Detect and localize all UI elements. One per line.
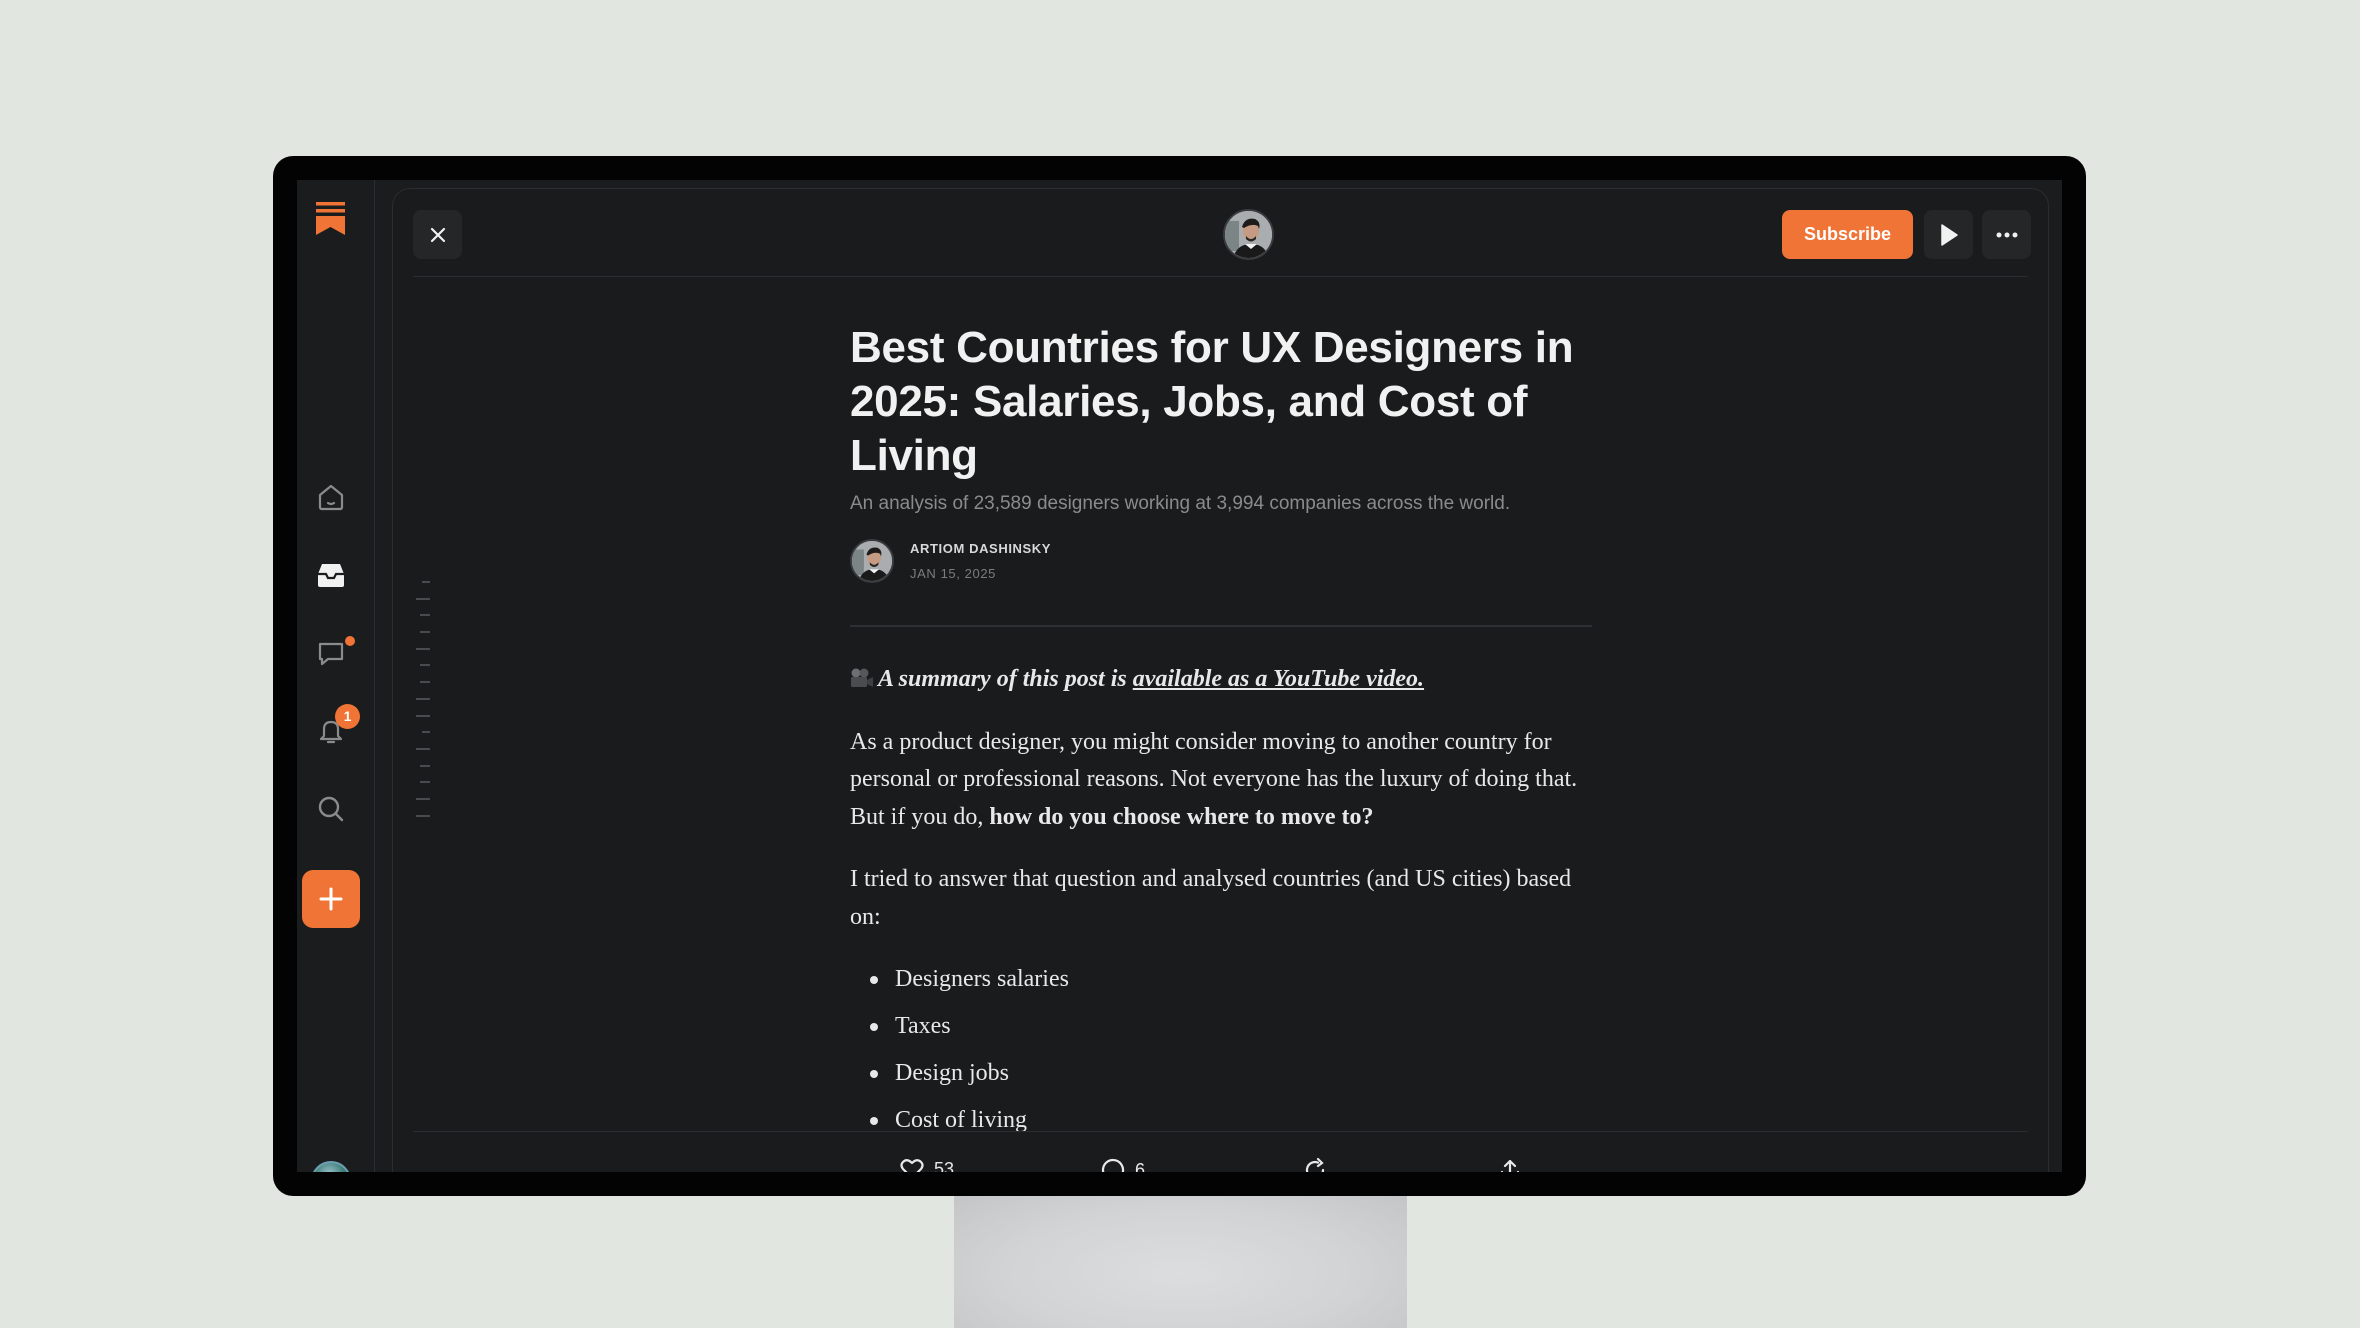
avatar[interactable] [311,1161,351,1172]
close-button[interactable] [413,210,462,259]
bold-question: how do you choose where to move to? [989,803,1374,830]
more-options-button[interactable] [1982,210,2031,259]
like-button[interactable]: 53 [900,1158,954,1172]
monitor-bezel: 1 Subscribe Best Countries for UX Design… [273,156,2086,1196]
toc-tick[interactable] [422,581,430,583]
unread-dot [345,636,355,646]
create-post-button[interactable] [302,870,360,928]
restack-button[interactable] [1303,1158,1327,1172]
table-of-contents-scrubber[interactable] [410,581,430,831]
toc-tick[interactable] [420,631,430,634]
toc-tick[interactable] [416,647,430,650]
post-subtitle: An analysis of 23,589 designers working … [850,493,1511,514]
toc-tick[interactable] [416,747,430,750]
inbox-icon[interactable] [316,560,346,590]
more-horizontal-icon [1996,232,2017,237]
toc-tick[interactable] [420,781,430,784]
author-avatar[interactable] [1223,209,1274,260]
youtube-video-link[interactable]: available as a YouTube video. [1133,666,1424,692]
toc-tick[interactable] [422,731,430,734]
author-avatar[interactable] [850,539,894,583]
divider [850,625,1592,627]
home-icon[interactable] [316,482,346,512]
substack-logo[interactable] [316,202,345,235]
chat-bubble-icon[interactable] [316,638,346,668]
paragraph: As a product designer, you might conside… [850,728,1578,830]
subscribe-button[interactable]: Subscribe [1782,210,1913,259]
post-actions-bar: 53 6 [413,1131,2028,1172]
comment-count: 6 [1135,1159,1146,1173]
list-item: Taxes [870,1008,1592,1046]
toc-tick[interactable] [420,664,430,667]
like-count: 53 [934,1158,955,1173]
toc-tick[interactable] [420,764,430,767]
share-button[interactable] [1498,1158,1522,1172]
sidebar: 1 [297,180,375,1172]
toc-tick[interactable] [420,681,430,684]
toc-tick[interactable] [416,814,430,817]
play-audio-button[interactable] [1924,210,1973,259]
play-icon [1940,223,1958,246]
comment-button[interactable]: 6 [1101,1158,1145,1172]
search-icon[interactable] [316,794,346,824]
notification-count-badge: 1 [335,704,360,729]
byline: ARTIOM DASHINSKY JAN 15, 2025 [850,539,1051,583]
toc-tick[interactable] [420,614,430,617]
list-item: Design jobs [870,1055,1592,1093]
summary-text: A summary of this post is [878,666,1133,692]
close-icon [430,227,445,242]
share-icon [1500,1159,1520,1172]
toc-tick[interactable] [416,797,430,800]
app-screen: 1 Subscribe Best Countries for UX Design… [297,180,2062,1172]
toc-tick[interactable] [416,697,430,700]
post-body: A summary of this post is available as a… [850,661,1592,1149]
monitor-stand [954,1190,1407,1328]
post-header: Subscribe [413,189,2031,277]
restack-icon [1305,1158,1325,1172]
video-summary-note: A summary of this post is available as a… [850,661,1592,699]
toc-tick[interactable] [416,597,430,600]
toc-tick[interactable] [416,714,430,717]
movie-camera-icon [851,668,873,687]
author-name[interactable]: ARTIOM DASHINSKY [910,541,1051,556]
post-title: Best Countries for UX Designers in 2025:… [850,323,1574,480]
post-date: JAN 15, 2025 [910,566,996,581]
heart-icon [900,1159,924,1172]
paragraph: I tried to answer that question and anal… [850,866,1572,930]
post-reader: Subscribe Best Countries for UX Designer… [392,188,2049,1172]
plus-icon [319,887,343,911]
criteria-list: Designers salaries Taxes Design jobs Cos… [850,961,1592,1140]
comment-icon [1101,1158,1125,1172]
list-item: Designers salaries [870,961,1592,999]
